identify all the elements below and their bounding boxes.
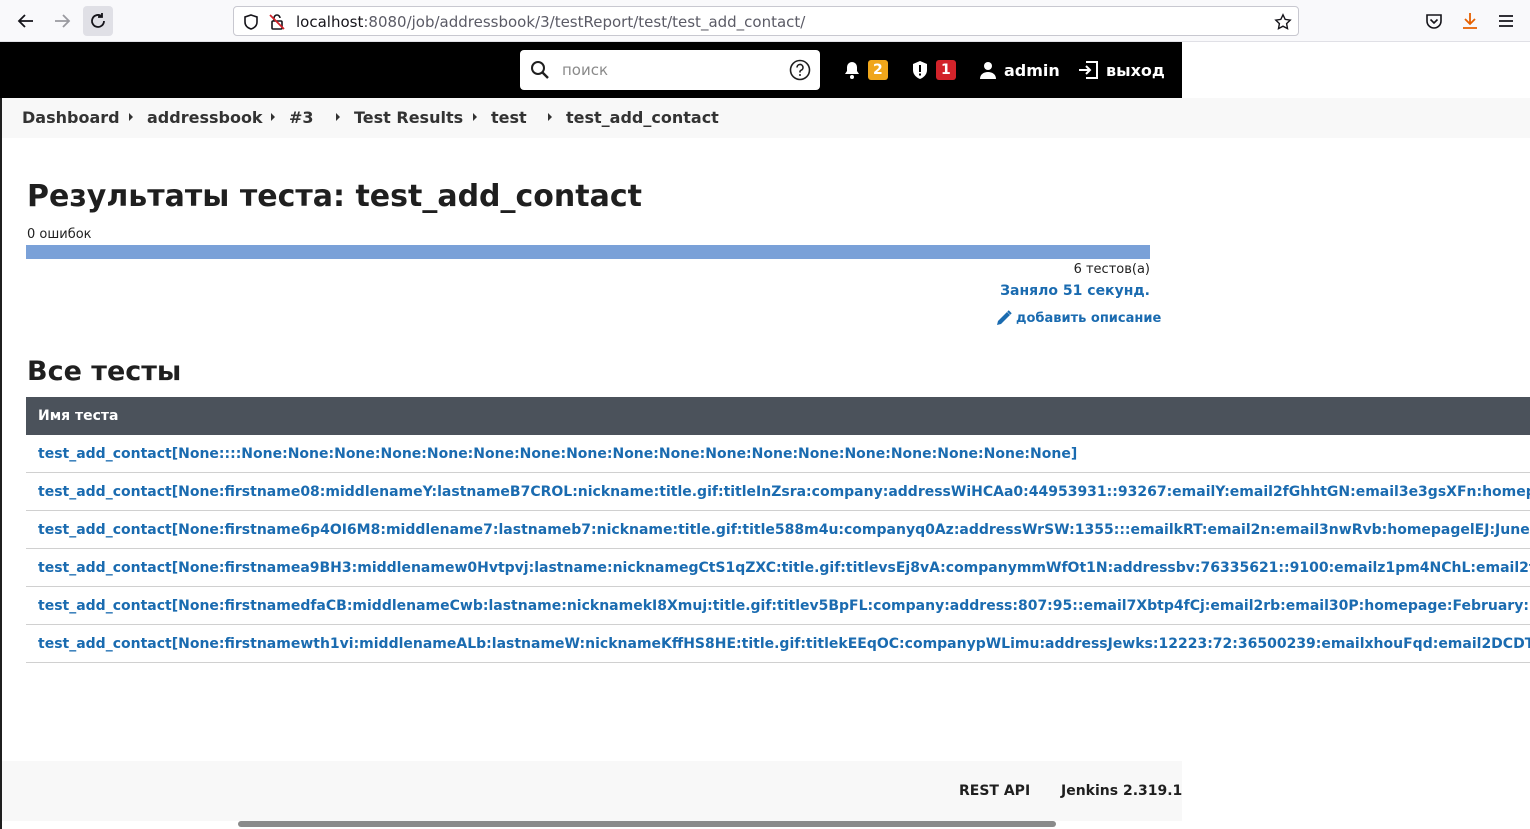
tests-table-header: Имя теста bbox=[26, 397, 1530, 435]
table-row: test_add_contact[None:firstname08:middle… bbox=[26, 473, 1530, 511]
duration-link[interactable]: Заняло 51 секунд. bbox=[1000, 283, 1150, 299]
reload-icon bbox=[91, 13, 105, 28]
logout-label: выход bbox=[1106, 60, 1165, 80]
bell-icon bbox=[845, 62, 859, 79]
test-link[interactable]: test_add_contact[None:firstname08:middle… bbox=[38, 484, 1530, 500]
url-path: :8080/job/addressbook/3/testReport/test/… bbox=[363, 13, 806, 31]
breadcrumb-job[interactable]: addressbook bbox=[147, 108, 263, 127]
page-title: Результаты теста: test_add_contact bbox=[27, 179, 642, 214]
help-icon[interactable] bbox=[789, 59, 811, 81]
table-row: test_add_contact[None:firstnamea9BH3:mid… bbox=[26, 549, 1530, 587]
pencil-icon bbox=[997, 310, 1012, 325]
menu-icon[interactable] bbox=[1496, 11, 1516, 31]
test-link[interactable]: test_add_contact[None:firstnamedfaCB:mid… bbox=[38, 598, 1530, 614]
tests-count: 6 тестов(а) bbox=[1073, 262, 1150, 277]
security-badge: 1 bbox=[936, 60, 956, 80]
test-link[interactable]: test_add_contact[None:firstnamewth1vi:mi… bbox=[38, 636, 1530, 652]
pocket-icon[interactable] bbox=[1424, 11, 1444, 31]
column-header-test-name[interactable]: Имя теста bbox=[38, 408, 119, 424]
logout-icon bbox=[1079, 61, 1098, 79]
test-result-progress-bar bbox=[26, 245, 1150, 259]
breadcrumb-separator[interactable] bbox=[473, 113, 477, 121]
tests-table: test_add_contact[None::::None:None:None:… bbox=[26, 435, 1530, 663]
url-text[interactable]: localhost:8080/job/addressbook/3/testRep… bbox=[296, 13, 805, 31]
notifications-badge: 2 bbox=[868, 60, 888, 80]
breadcrumb-separator[interactable] bbox=[271, 113, 275, 121]
arrow-left-icon bbox=[17, 14, 33, 28]
horizontal-scrollbar[interactable] bbox=[238, 821, 1056, 827]
rest-api-link[interactable]: REST API bbox=[959, 783, 1030, 799]
table-row: test_add_contact[None:firstnamewth1vi:mi… bbox=[26, 625, 1530, 663]
back-button[interactable] bbox=[11, 6, 41, 36]
insecure-lock-icon[interactable] bbox=[268, 13, 286, 31]
notifications-button[interactable]: 2 bbox=[842, 60, 888, 80]
page-footer: REST API Jenkins 2.319.1 bbox=[2, 761, 1182, 821]
breadcrumb: Dashboard addressbook #3 Test Results te… bbox=[2, 98, 1530, 138]
download-icon[interactable] bbox=[1460, 11, 1480, 31]
arrow-right-icon bbox=[55, 14, 71, 28]
star-icon[interactable] bbox=[1274, 13, 1292, 31]
breadcrumb-build[interactable]: #3 bbox=[289, 108, 314, 127]
breadcrumb-separator[interactable] bbox=[336, 113, 340, 121]
breadcrumb-test-results[interactable]: Test Results bbox=[354, 108, 463, 127]
browser-toolbar: localhost:8080/job/addressbook/3/testRep… bbox=[0, 0, 1530, 42]
add-description-label: добавить описание bbox=[1016, 310, 1162, 326]
breadcrumb-separator[interactable] bbox=[548, 113, 552, 121]
window-edge bbox=[0, 42, 2, 829]
search-input[interactable] bbox=[562, 60, 782, 80]
breadcrumb-package[interactable]: test bbox=[491, 108, 527, 127]
logout-link[interactable]: выход bbox=[1078, 60, 1165, 80]
user-icon bbox=[980, 62, 996, 79]
address-bar[interactable]: localhost:8080/job/addressbook/3/testRep… bbox=[233, 6, 1299, 36]
shield-alert-icon bbox=[913, 61, 927, 79]
jenkins-version-link[interactable]: Jenkins 2.319.1 bbox=[1061, 783, 1182, 799]
user-name: admin bbox=[1004, 60, 1060, 80]
reload-button[interactable] bbox=[83, 6, 113, 36]
test-link[interactable]: test_add_contact[None::::None:None:None:… bbox=[38, 446, 1077, 462]
table-row: test_add_contact[None::::None:None:None:… bbox=[26, 435, 1530, 473]
search-box[interactable] bbox=[520, 50, 820, 90]
all-tests-heading: Все тесты bbox=[27, 356, 182, 387]
shield-icon[interactable] bbox=[242, 13, 260, 31]
url-host: localhost bbox=[296, 13, 364, 31]
forward-button[interactable] bbox=[47, 6, 77, 36]
search-icon bbox=[531, 61, 549, 79]
test-link[interactable]: test_add_contact[None:firstnamea9BH3:mid… bbox=[38, 560, 1530, 576]
table-row: test_add_contact[None:firstnamedfaCB:mid… bbox=[26, 587, 1530, 625]
add-description-link[interactable]: добавить описание bbox=[995, 309, 1161, 327]
failure-count: 0 ошибок bbox=[27, 227, 92, 242]
security-button[interactable]: 1 bbox=[910, 60, 956, 80]
table-row: test_add_contact[None:firstname6p4OI6M8:… bbox=[26, 511, 1530, 549]
breadcrumb-separator[interactable] bbox=[129, 113, 133, 121]
breadcrumb-dashboard[interactable]: Dashboard bbox=[22, 108, 120, 127]
jenkins-header: 2 1 admin выход bbox=[0, 42, 1182, 98]
user-link[interactable]: admin bbox=[978, 60, 1060, 80]
test-link[interactable]: test_add_contact[None:firstname6p4OI6M8:… bbox=[38, 522, 1530, 538]
breadcrumb-class[interactable]: test_add_contact bbox=[566, 108, 719, 127]
